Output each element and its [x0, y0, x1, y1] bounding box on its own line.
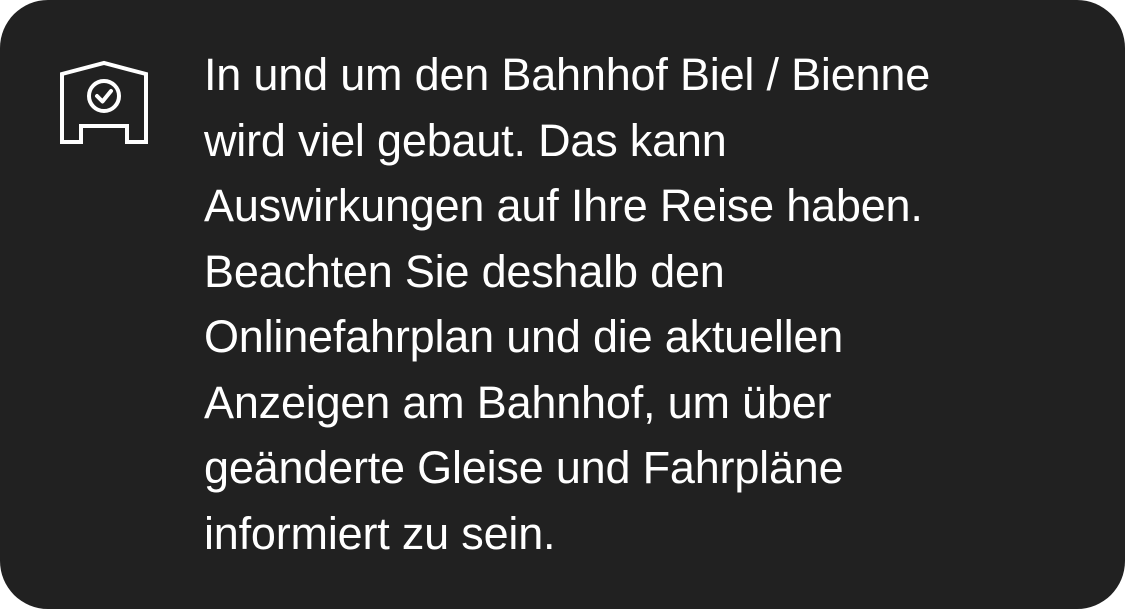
- notice-line: Anzeigen am Bahnhof, um über: [204, 376, 832, 428]
- notice-message: In und um den Bahnhof Biel / Bienne wird…: [204, 42, 1084, 566]
- notice-line: Onlinefahrplan und die aktuellen: [204, 311, 844, 362]
- notice-line: informiert zu sein.: [204, 507, 556, 559]
- notice-line: wird viel gebaut. Das kann: [204, 114, 727, 166]
- notice-line: geänderte Gleise und Fahrpläne: [204, 442, 844, 493]
- info-notice-card: In und um den Bahnhof Biel / Bienne wird…: [0, 0, 1125, 609]
- station-clock-icon: [60, 60, 148, 144]
- notice-line: Beachten Sie deshalb den: [204, 245, 725, 297]
- notice-line: In und um den Bahnhof Biel / Bienne: [204, 49, 931, 100]
- notice-line: Auswirkungen auf Ihre Reise haben.: [204, 180, 923, 231]
